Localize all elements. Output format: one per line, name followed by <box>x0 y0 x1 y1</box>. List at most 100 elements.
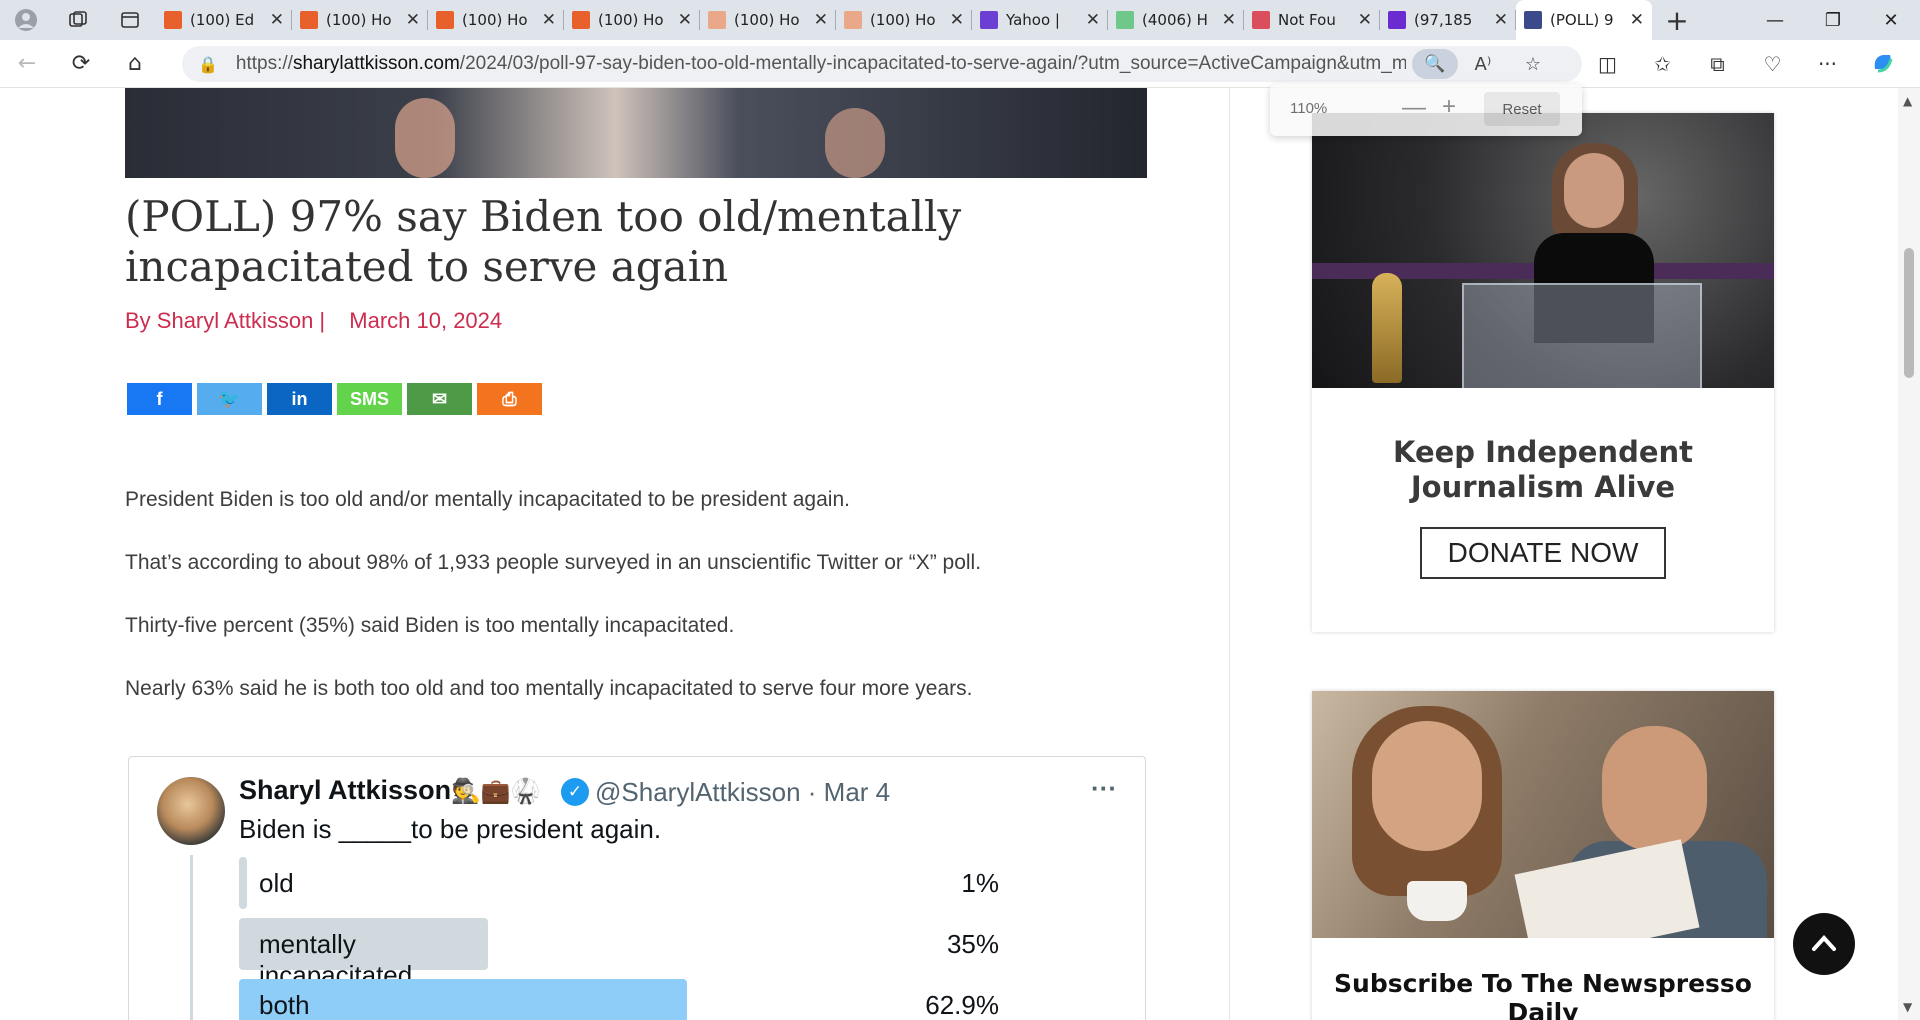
zoom-icon[interactable]: 🔍 <box>1411 49 1458 79</box>
close-tab-icon[interactable]: ✕ <box>1630 10 1644 30</box>
article-body: President Biden is too old and/or mental… <box>125 488 1125 740</box>
tab-list: (100) Ed ✕ (100) Ho ✕ (100) Ho ✕ (100) Ho ✕ (100… <box>156 0 1652 40</box>
browser-tab[interactable]: Not Fou ✕ <box>1244 0 1380 40</box>
tab-strip: (100) Ed ✕ (100) Ho ✕ (100) Ho ✕ (100) Ho ✕ (100… <box>0 0 1920 40</box>
browser-tab[interactable]: (97,185 ✕ <box>1380 0 1516 40</box>
browser-tab[interactable]: (4006) H ✕ <box>1108 0 1244 40</box>
minimize-button[interactable]: — <box>1746 0 1804 40</box>
home-button[interactable]: ⌂ <box>108 40 162 88</box>
article-paragraph: That’s according to about 98% of 1,933 p… <box>125 551 982 574</box>
browser-essentials-icon[interactable]: ♡ <box>1745 52 1800 76</box>
scroll-down-arrow-icon[interactable]: ▼ <box>1903 1000 1912 1014</box>
restore-button[interactable]: ❐ <box>1804 0 1862 40</box>
tab-label: Yahoo | <box>1006 11 1060 29</box>
collections-icon[interactable]: ⧉ <box>1690 52 1745 76</box>
browser-tab[interactable]: (100) Ho ✕ <box>292 0 428 40</box>
tab-label: (POLL) 9 <box>1550 11 1614 29</box>
back-button[interactable]: ← <box>0 40 54 88</box>
close-tab-icon[interactable]: ✕ <box>270 10 284 30</box>
split-screen-icon[interactable]: ◫ <box>1580 52 1635 76</box>
lock-icon[interactable]: 🔒 <box>198 55 218 74</box>
podcast-icon <box>1252 11 1270 29</box>
print-share-button[interactable]: ⎙ <box>477 383 542 415</box>
browser-tab[interactable]: (POLL) 9 ✕ <box>1516 0 1652 40</box>
close-tab-icon[interactable]: ✕ <box>542 10 556 30</box>
hero-hand-left <box>395 98 455 178</box>
page-content: (POLL) 97% say Biden too old/mentally in… <box>0 88 1920 1020</box>
article-paragraph: Thirty-five percent (35%) said Biden is … <box>125 614 735 637</box>
tweet-handle[interactable]: @SharylAttkisson · Mar 4 <box>595 777 890 808</box>
favorite-star-icon[interactable]: ☆ <box>1508 54 1558 75</box>
bookmark-icon <box>844 11 862 29</box>
verified-badge-icon: ✓ <box>561 778 589 806</box>
zoom-in-button[interactable]: + <box>1442 93 1456 121</box>
bookmark-icon <box>572 11 590 29</box>
scroll-up-arrow-icon[interactable]: ▲ <box>1903 94 1912 108</box>
poll-option-percent: 1% <box>961 868 999 898</box>
embedded-tweet[interactable]: Sharyl Attkisson 🕵💼🥋 ✓ @SharylAttkisson … <box>128 756 1146 1020</box>
browser-tab[interactable]: (100) Ho ✕ <box>700 0 836 40</box>
close-tab-icon[interactable]: ✕ <box>814 10 828 30</box>
email-share-button[interactable]: ✉ <box>407 383 472 415</box>
tab-label: (100) Ho <box>734 11 800 29</box>
browser-tab[interactable]: (100) Ho ✕ <box>836 0 972 40</box>
profile-icon[interactable] <box>0 0 52 40</box>
new-tab-button[interactable]: + <box>1652 4 1702 37</box>
toolbar-icons: ◫ ✩ ⧉ ♡ ··· <box>1580 40 1910 88</box>
refresh-button[interactable]: ⟳ <box>54 40 108 88</box>
copilot-icon[interactable] <box>1855 49 1910 80</box>
close-tab-icon[interactable]: ✕ <box>406 10 420 30</box>
vertical-scrollbar[interactable]: ▲ ▼ <box>1898 88 1920 1020</box>
address-bar[interactable]: 🔒 https://sharylattkisson.com/2024/03/po… <box>182 46 1582 82</box>
tweet-author-name[interactable]: Sharyl Attkisson <box>239 775 451 806</box>
close-window-button[interactable]: ✕ <box>1862 0 1920 40</box>
close-tab-icon[interactable]: ✕ <box>1086 10 1100 30</box>
zoom-level: 110% <box>1290 100 1328 117</box>
donate-button[interactable]: DONATE NOW <box>1420 527 1666 579</box>
twitter-share-button[interactable]: 🐦 <box>197 383 262 415</box>
hero-hand-right <box>825 108 885 178</box>
author-link[interactable]: By Sharyl Attkisson | <box>125 308 325 333</box>
window-controls: — ❐ ✕ <box>1746 0 1920 40</box>
browser-tab[interactable]: (100) Ho ✕ <box>428 0 564 40</box>
more-menu-icon[interactable]: ··· <box>1800 52 1855 76</box>
scrollbar-thumb[interactable] <box>1904 248 1914 378</box>
scroll-to-top-button[interactable] <box>1793 913 1855 975</box>
tab-actions-icon[interactable] <box>104 0 156 40</box>
close-tab-icon[interactable]: ✕ <box>1222 10 1236 30</box>
publish-date: March 10, 2024 <box>349 308 503 333</box>
thread-line <box>190 855 193 1020</box>
newsletter-heading: Subscribe To The Newspresso Daily <box>1334 969 1752 1020</box>
poll-option-label: both <box>259 990 310 1020</box>
tabstrip-leading <box>0 0 156 40</box>
facebook-share-button[interactable]: f <box>127 383 192 415</box>
sms-share-button[interactable]: SMS <box>337 383 402 415</box>
byline: By Sharyl Attkisson | March 10, 2024 <box>125 308 506 334</box>
close-tab-icon[interactable]: ✕ <box>1358 10 1372 30</box>
zoom-out-button[interactable]: — <box>1402 94 1426 122</box>
browser-tab[interactable]: Yahoo | ✕ <box>972 0 1108 40</box>
newspaper <box>1514 839 1700 938</box>
browser-tab[interactable]: (100) Ed ✕ <box>156 0 292 40</box>
close-tab-icon[interactable]: ✕ <box>950 10 964 30</box>
favorites-icon[interactable]: ✩ <box>1635 52 1690 76</box>
close-tab-icon[interactable]: ✕ <box>1494 10 1508 30</box>
tab-label: (97,185 <box>1414 11 1473 29</box>
tweet-more-icon[interactable]: ··· <box>1091 773 1117 804</box>
bookmark-icon <box>708 11 726 29</box>
article-paragraph: President Biden is too old and/or mental… <box>125 488 850 511</box>
article-paragraph: Nearly 63% said he is both too old and t… <box>125 677 973 700</box>
tab-label: (4006) H <box>1142 11 1208 29</box>
avatar[interactable] <box>157 777 225 845</box>
newsletter-photo <box>1312 691 1774 938</box>
speaker-face <box>1564 153 1624 228</box>
zoom-reset-button[interactable]: Reset <box>1484 92 1560 126</box>
mail-icon <box>1388 11 1406 29</box>
read-aloud-icon[interactable]: A⁾ <box>1458 54 1508 75</box>
linkedin-share-button[interactable]: in <box>267 383 332 415</box>
poll-option-percent: 35% <box>946 929 999 959</box>
workspaces-icon[interactable] <box>52 0 104 40</box>
url-text[interactable]: https://sharylattkisson.com/2024/03/poll… <box>236 53 1406 75</box>
browser-tab[interactable]: (100) Ho ✕ <box>564 0 700 40</box>
close-tab-icon[interactable]: ✕ <box>678 10 692 30</box>
